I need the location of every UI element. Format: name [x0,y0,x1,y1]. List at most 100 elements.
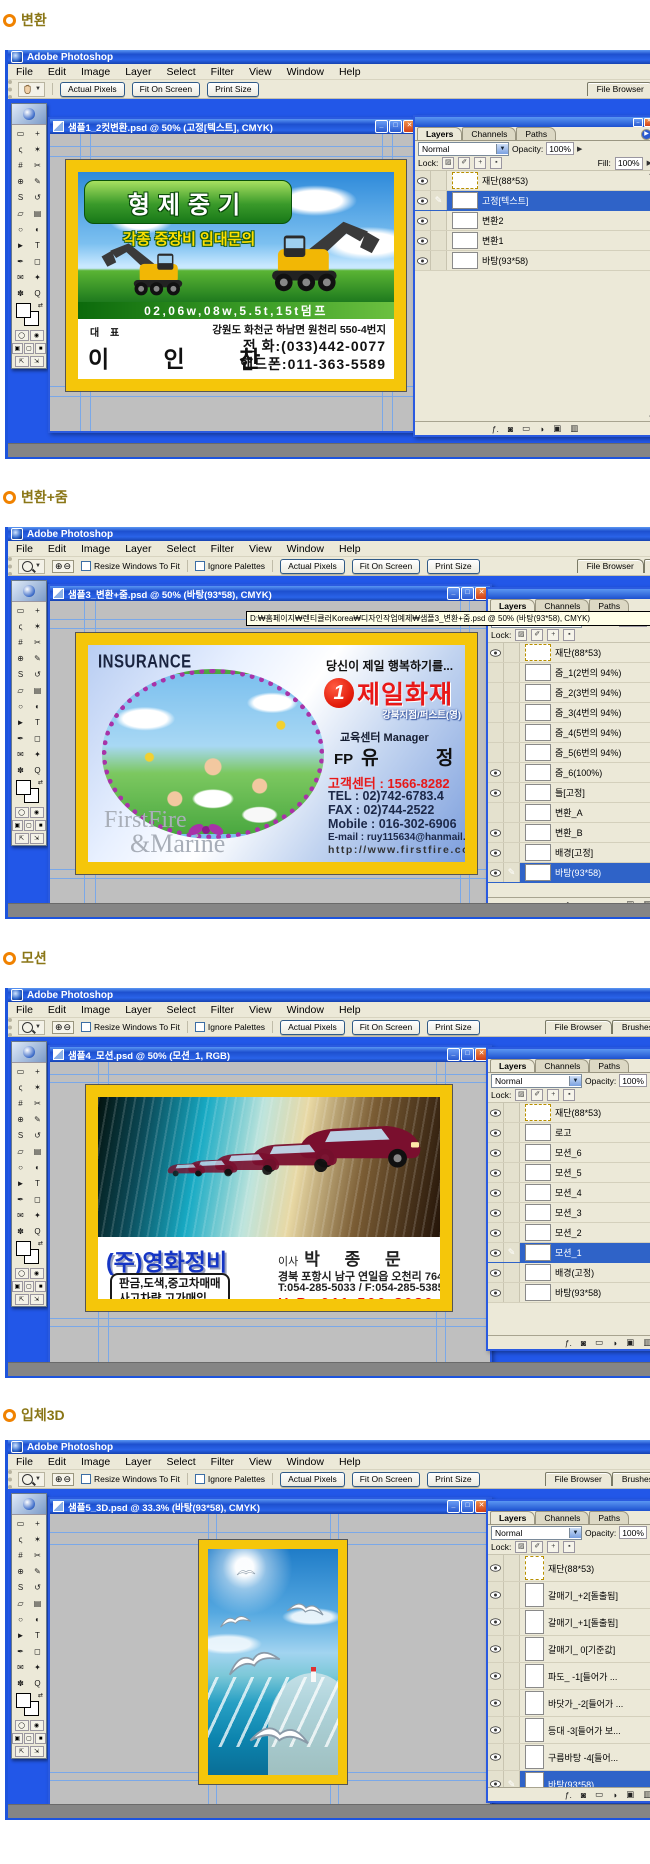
resize-windows-checkbox[interactable]: Resize Windows To Fit [81,561,180,571]
menu-item[interactable]: Window [287,543,324,555]
layer-thumbnail[interactable] [525,1691,544,1715]
rectangular-marquee-tool-icon[interactable]: ▭ [12,1515,29,1531]
eye-toggle[interactable] [415,171,431,190]
shape-tool-icon[interactable]: ◻ [29,1643,46,1659]
lasso-tool-icon[interactable]: ς [12,618,29,634]
palette-tab[interactable]: Layers [490,1059,535,1072]
jump-to-imageready-button[interactable]: ⇲ [30,1294,44,1305]
document-title-bar[interactable]: 샘플5_3D.psd @ 33.3% (바탕(93*58), CMYK) _ □… [50,1499,490,1514]
hand-tool-icon[interactable]: ✽ [12,762,29,778]
eye-toggle[interactable] [488,703,504,722]
layer-thumbnail[interactable] [525,724,551,741]
eyedropper-tool-icon[interactable]: ✦ [29,1207,46,1223]
layer-name[interactable]: 줌_4(5번의 94%) [555,726,621,739]
palette-menu-arrow-icon[interactable]: ▶ [641,129,650,140]
zoom-buttons[interactable]: ⊕⊖ [52,1021,74,1034]
adjustment-layer-button[interactable]: ◑ [539,424,544,434]
delete-layer-button[interactable]: ▥ [643,1337,650,1348]
gradient-tool-icon[interactable]: ▤ [29,1143,46,1159]
full-screen-button[interactable]: ■ [35,1281,46,1292]
eye-toggle[interactable] [488,1103,504,1122]
add-mask-button[interactable]: ◙ [581,1790,586,1800]
eye-toggle[interactable] [488,863,504,882]
layer-thumbnail[interactable] [525,1244,551,1261]
layer-thumbnail[interactable] [525,1224,551,1241]
brush-tool-icon[interactable]: ✎ [29,1563,46,1579]
menu-item[interactable]: Edit [48,1456,66,1468]
chevron-down-icon[interactable]: ▼ [496,144,508,154]
add-mask-button[interactable]: ◙ [581,900,586,904]
lock-image-icon[interactable]: ✐ [531,1089,543,1101]
menu-item[interactable]: Image [81,66,110,78]
color-swatches[interactable]: ⇄ [14,779,44,805]
add-mask-button[interactable]: ◙ [508,424,513,434]
eye-toggle[interactable] [488,1663,504,1689]
history-brush-tool-icon[interactable]: ↺ [29,1127,46,1143]
layer-row[interactable]: ✎ 재단(88*53) [488,643,650,663]
layer-thumbnail[interactable] [525,1772,544,1787]
checkbox-icon[interactable] [195,561,205,571]
adjustment-layer-button[interactable]: ◑ [612,1338,617,1348]
eye-toggle[interactable] [415,251,431,270]
layer-row[interactable]: ✎ 바닷가_-2[들어가 ... [488,1690,650,1717]
canvas[interactable]: 형제중기 각종 중장비 임대문의 02,06w,08w,5.5t,15t덤프 대… [50,134,418,431]
magic-wand-tool-icon[interactable]: ✶ [29,1079,46,1095]
menu-item[interactable]: Layer [125,66,151,78]
crop-tool-icon[interactable]: # [12,634,29,650]
palette-tab[interactable]: Layers [490,1511,535,1524]
menu-item[interactable]: Help [339,543,361,555]
layer-name[interactable]: 재단(88*53) [555,1106,601,1119]
maximize-button[interactable]: □ [461,587,474,600]
eye-toggle[interactable] [488,1143,504,1162]
foreground-color-swatch[interactable] [16,1241,31,1256]
jump-to-imageready-button[interactable]: ⇲ [30,833,44,844]
standard-screen-button[interactable]: ▣ [12,820,23,831]
layer-name[interactable]: 줌_1(2번의 94%) [555,666,621,679]
document-title-bar[interactable]: 샘플3_변환+줌.psd @ 50% (바탕(93*58), CMYK) _ □… [50,586,490,601]
quick-mask-button[interactable]: ◉ [30,807,44,818]
layer-name[interactable]: 변환_A [555,806,583,819]
eraser-tool-icon[interactable]: ▱ [12,682,29,698]
layer-name[interactable]: 재단(88*53) [548,1562,594,1575]
eye-toggle[interactable] [488,1771,504,1787]
eyedropper-tool-icon[interactable]: ✦ [29,1659,46,1675]
layer-thumbnail[interactable] [525,684,551,701]
layer-row[interactable]: ✎ 변환_A [488,803,650,823]
menu-item[interactable]: View [249,1456,272,1468]
menu-item[interactable]: Help [339,1456,361,1468]
fill-slider-arrow-icon[interactable]: ▶ [647,159,650,167]
move-tool-icon[interactable]: + [29,1063,46,1079]
layer-name[interactable]: 줌_2(3번의 94%) [555,686,621,699]
layer-row[interactable]: ✎ 배경[고정] [488,843,650,863]
layer-thumbnail[interactable] [525,644,551,661]
standard-screen-button[interactable]: ▣ [12,1281,23,1292]
layer-thumbnail[interactable] [525,1184,551,1201]
standard-mode-button[interactable]: ◯ [15,1720,29,1731]
zoom-buttons[interactable]: ⊕⊖ [52,1473,74,1486]
eye-toggle[interactable] [488,763,504,782]
layer-thumbnail[interactable] [525,1164,551,1181]
type-tool-icon[interactable]: T [29,237,46,253]
layer-row[interactable]: ✎ 변환2 [415,211,650,231]
palette-tab[interactable]: Layers [417,127,462,140]
full-screen-button[interactable]: ■ [35,343,46,354]
layer-thumbnail[interactable] [525,1637,544,1661]
hand-tool-icon[interactable]: ✽ [12,1223,29,1239]
canvas[interactable]: (주)영화정비 판금,도색,중고차매매사고차량 고가매입 이사박 종 문 경북 … [50,1062,490,1362]
eye-toggle[interactable] [415,211,431,230]
maximize-button[interactable]: □ [389,120,402,133]
layer-row[interactable]: ✎ 갈매기_+2[돌출됨] [488,1582,650,1609]
eye-toggle[interactable] [488,1283,504,1302]
lock-image-icon[interactable]: ✐ [531,1541,543,1553]
minimize-button[interactable]: _ [447,1500,460,1513]
layer-name[interactable]: 바탕(93*58) [548,1778,594,1788]
pen-tool-icon[interactable]: ✒ [12,1643,29,1659]
layer-row[interactable]: ✎ 재단(88*53) [488,1103,650,1123]
slice-tool-icon[interactable]: ✂ [29,157,46,173]
layer-name[interactable]: 모션_3 [555,1206,582,1219]
quick-mask-button[interactable]: ◉ [30,330,44,341]
fit-on-screen-button[interactable]: Fit On Screen [132,82,200,97]
checkbox-icon[interactable] [195,1022,205,1032]
full-screen-menu-button[interactable]: ▢ [24,1281,35,1292]
layer-thumbnail[interactable] [525,824,551,841]
